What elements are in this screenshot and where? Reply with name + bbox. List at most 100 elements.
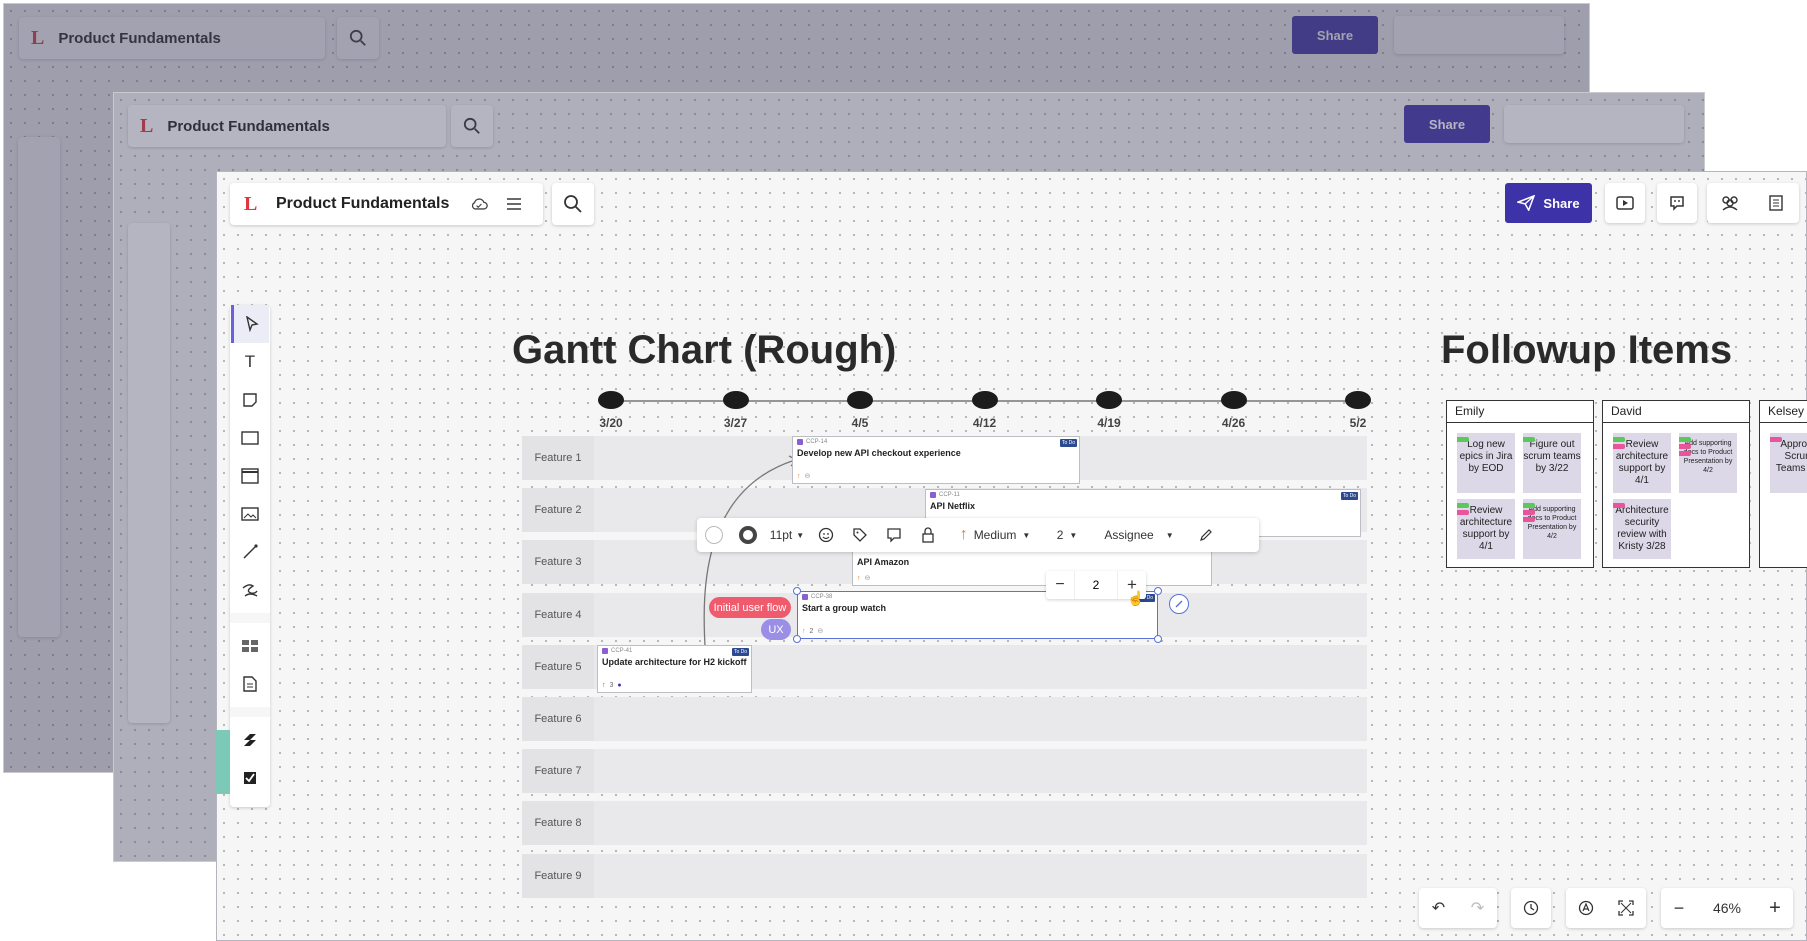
sticky-note[interactable]: Add supporting docs to Product Presentat… [1679, 433, 1737, 493]
image-tool[interactable] [231, 495, 269, 533]
followup-column: Kelsey Approve Scrum Teams 3/2 [1759, 400, 1807, 568]
points-select[interactable]: 2 ▼ [1045, 518, 1089, 552]
comment-icon[interactable] [877, 518, 911, 552]
pen-icon [242, 584, 258, 597]
resize-handle[interactable] [1154, 635, 1162, 643]
share-button[interactable]: Share [1505, 183, 1592, 223]
edit-icon[interactable] [1189, 518, 1223, 552]
lock-icon[interactable] [911, 518, 945, 552]
tag-initial-user-flow[interactable]: Initial user flow [709, 597, 791, 618]
gantt-card[interactable]: CCP-41 Update architecture for H2 kickof… [597, 645, 752, 693]
task-tool[interactable] [231, 759, 269, 797]
collaborators-icon[interactable] [1707, 183, 1753, 223]
sticky-note[interactable]: Review architecture support by 4/1 [1613, 433, 1671, 493]
sidebar-divider [230, 707, 270, 717]
decrement-button[interactable]: − [1046, 571, 1074, 599]
jira-icon [244, 734, 256, 746]
card-title: Start a group watch [802, 603, 887, 613]
emoji-icon[interactable] [809, 518, 843, 552]
gantt-row-label: Feature 1 [522, 436, 594, 480]
timeline-marker [1220, 391, 1247, 409]
font-size-select[interactable]: 11pt ▼ [765, 518, 809, 552]
jira-tool[interactable] [231, 721, 269, 759]
share-button[interactable]: Share [1292, 16, 1378, 54]
search-panel[interactable] [337, 17, 379, 59]
sticky-note[interactable]: Architecture security review with Kristy… [1613, 499, 1671, 559]
timeline-date-label: 4/12 [972, 416, 997, 430]
right-tools [1394, 16, 1564, 54]
frame-tool[interactable] [231, 457, 269, 495]
sticky-note[interactable]: Add supporting docs to Product Presentat… [1523, 499, 1581, 559]
status-badge: To Do [1059, 439, 1077, 447]
fill-color-swatch[interactable] [697, 518, 731, 552]
column-header: Kelsey [1760, 401, 1807, 423]
redo-icon[interactable]: ↷ [1458, 888, 1497, 928]
resize-handle[interactable] [1154, 587, 1162, 595]
history-icon [1523, 900, 1539, 916]
share-button[interactable]: Share [1404, 105, 1490, 143]
search-panel[interactable] [451, 105, 493, 147]
stepper-value[interactable]: 2 [1074, 571, 1118, 599]
send-icon [1517, 195, 1536, 211]
gantt-row-label: Feature 8 [522, 801, 594, 846]
search-icon [564, 195, 582, 213]
search-icon [463, 117, 480, 134]
note-tool[interactable] [231, 381, 269, 419]
arrow-icon [1175, 600, 1183, 608]
select-tool[interactable] [231, 305, 269, 343]
gantt-row-label: Feature 5 [522, 644, 594, 689]
zoom-level[interactable]: 46% [1697, 900, 1757, 916]
comment-button[interactable] [1657, 183, 1697, 223]
assignee-select[interactable]: Assignee ▼ [1089, 518, 1189, 552]
pen-tool[interactable] [231, 571, 269, 609]
gantt-card[interactable]: API Amazon ↑ ⊖ [852, 546, 1212, 586]
gantt-title: Gantt Chart (Rough) [512, 328, 897, 372]
fullscreen-icon[interactable] [1606, 888, 1646, 928]
sticky-note[interactable]: Figure out scrum teams by 3/22 [1523, 433, 1581, 493]
card-title: API Netflix [930, 501, 976, 511]
tag-icon[interactable] [843, 518, 877, 552]
card-title: Develop new API checkout experience [797, 448, 961, 458]
logo: L [244, 192, 258, 215]
search-button[interactable] [552, 183, 594, 225]
pointer-icon [245, 316, 259, 332]
sticky-note[interactable]: Approve Scrum Teams 3/2 [1770, 433, 1807, 493]
card-meta: ↑ 3 ● [602, 682, 622, 689]
zoom-out-button[interactable]: − [1661, 888, 1697, 928]
tool-sidebar [128, 223, 170, 723]
cursor-icon: ☝ [1127, 590, 1145, 606]
undo-icon[interactable]: ↶ [1419, 888, 1458, 928]
title-panel: L Product Fundamentals [128, 105, 446, 147]
sticky-note[interactable]: Review architecture support by 4/1 [1457, 499, 1515, 559]
shape-tool[interactable] [231, 419, 269, 457]
card-meta: ↑ 2 ⊖ [802, 627, 824, 636]
gantt-card[interactable]: CCP-14 Develop new API checkout experien… [792, 436, 1080, 484]
timeline-marker [971, 391, 998, 409]
present-button[interactable] [1605, 183, 1645, 223]
text-tool[interactable]: T [231, 343, 269, 381]
document-tool[interactable] [231, 665, 269, 703]
timeline-date-label: 4/19 [1097, 416, 1121, 430]
timeline-date-label: 5/2 [1349, 416, 1367, 430]
image-icon [241, 507, 259, 521]
zoom-in-button[interactable]: + [1757, 888, 1793, 928]
line-tool[interactable] [231, 533, 269, 571]
timeline-date-label: 3/20 [599, 416, 623, 430]
accessibility-icon[interactable] [1566, 888, 1606, 928]
notes-icon[interactable] [1753, 183, 1799, 223]
resize-handle[interactable] [793, 635, 801, 643]
search-icon [349, 29, 366, 46]
priority-select[interactable]: ↑ Medium ▼ [945, 518, 1045, 552]
resize-handle[interactable] [793, 587, 801, 595]
cloud-icon[interactable] [464, 189, 494, 219]
present-icon [1616, 196, 1634, 210]
tag-ux[interactable]: UX [761, 619, 791, 640]
menu-icon[interactable] [494, 189, 534, 219]
gantt-row-label: Feature 3 [522, 540, 594, 585]
border-color-swatch[interactable] [731, 518, 765, 552]
templates-tool[interactable] [231, 627, 269, 665]
connect-handle[interactable] [1169, 594, 1189, 614]
version-history-button[interactable] [1511, 888, 1551, 928]
timeline-marker [847, 391, 873, 409]
sticky-note[interactable]: Log new epics in Jira by EOD [1457, 433, 1515, 493]
